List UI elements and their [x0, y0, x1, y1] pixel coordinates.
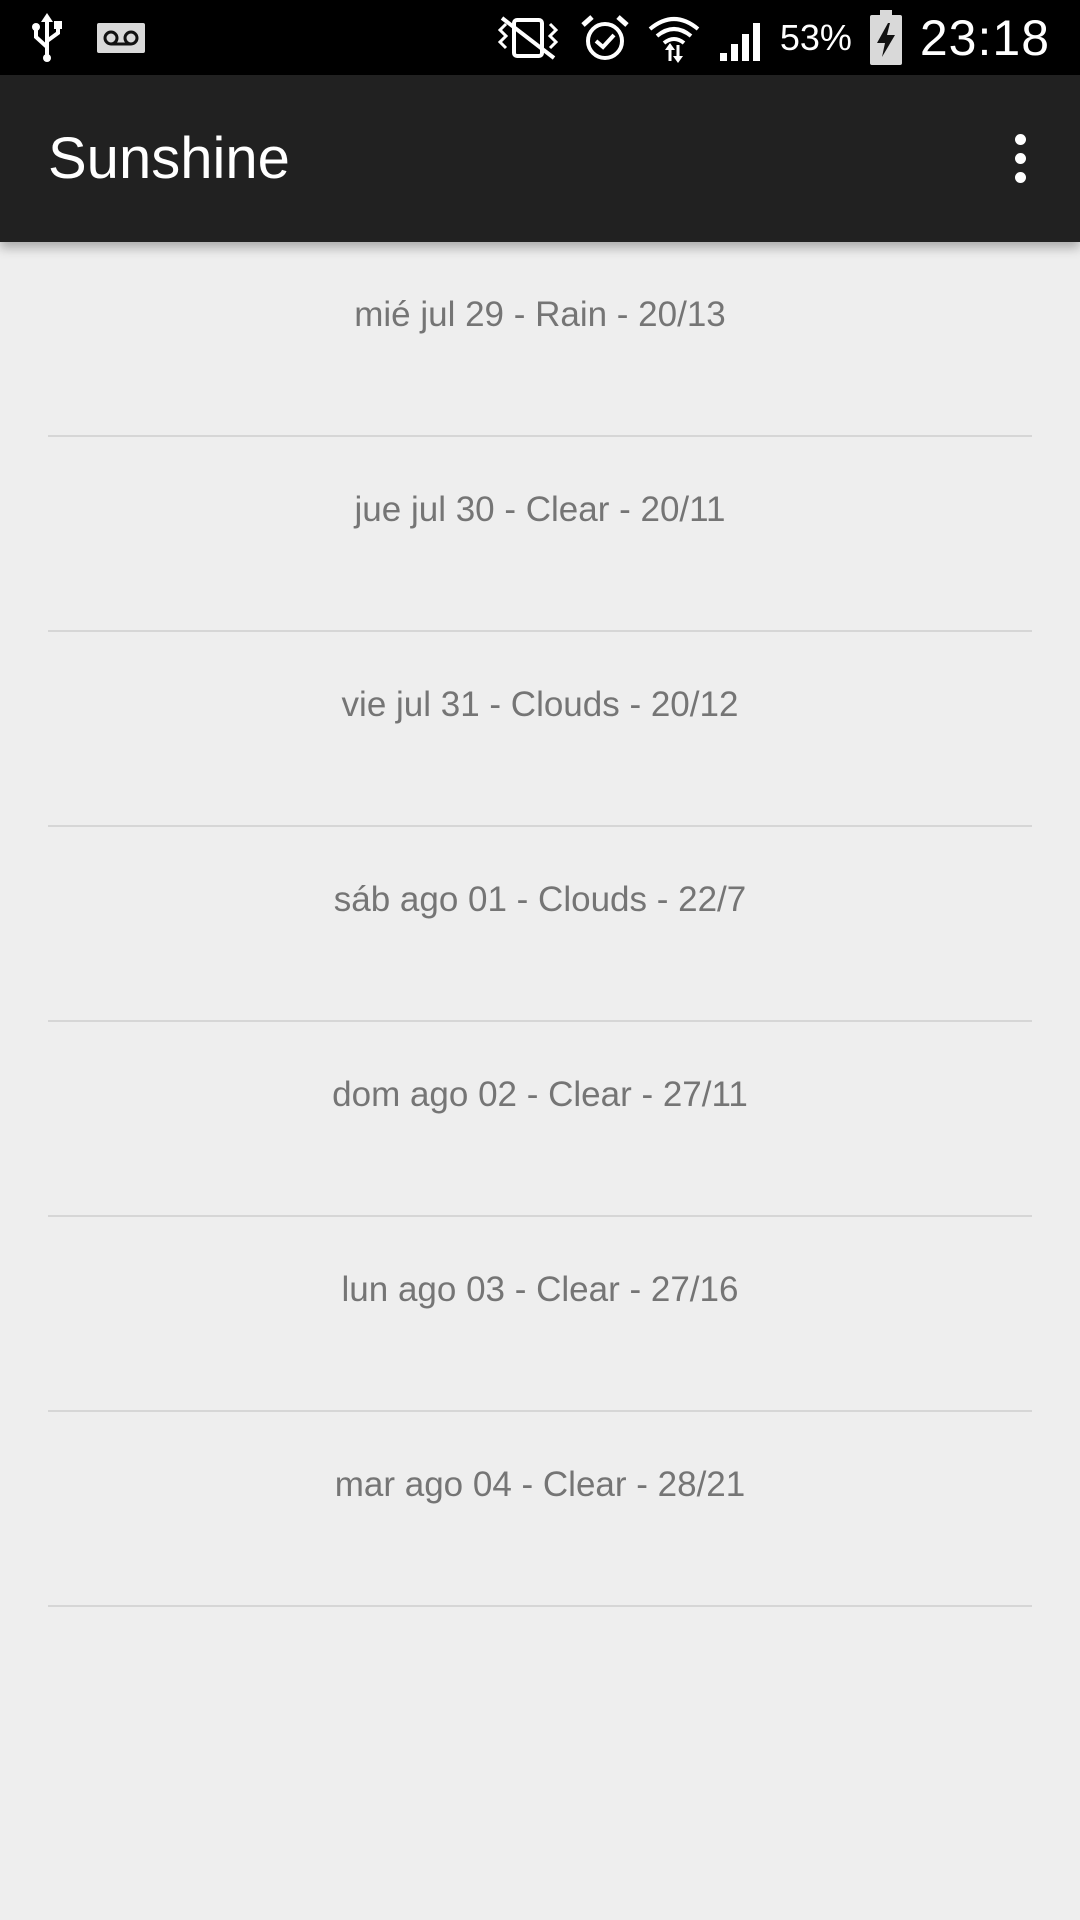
forecast-text: mié jul 29 - Rain - 20/13 [354, 295, 726, 334]
forecast-text: lun ago 03 - Clear - 27/16 [341, 1270, 739, 1309]
alarm-icon [580, 13, 630, 63]
overflow-dot [1014, 171, 1026, 183]
usb-icon [30, 12, 64, 63]
forecast-text: mar ago 04 - Clear - 28/21 [334, 1465, 746, 1504]
status-bar-left [30, 0, 146, 75]
signal-icon [718, 13, 768, 63]
battery-percent: 53% [779, 16, 852, 58]
voicemail-icon [96, 22, 146, 54]
forecast-text: jue jul 30 - Clear - 20/11 [354, 490, 726, 529]
status-clock: 23:18 [919, 9, 1050, 66]
forecast-list-item[interactable]: mié jul 29 - Rain - 20/13 [48, 242, 1032, 437]
forecast-list-item[interactable]: vie jul 31 - Clouds - 20/12 [48, 632, 1032, 827]
forecast-list-item[interactable]: dom ago 02 - Clear - 27/11 [48, 1022, 1032, 1217]
status-bar-right: 53% 23:18 [492, 0, 1050, 75]
app-bar: Sunshine [0, 75, 1080, 242]
overflow-dot [1014, 152, 1026, 164]
forecast-list-item[interactable]: sáb ago 01 - Clouds - 22/7 [48, 827, 1032, 1022]
vibrate-icon [492, 14, 564, 62]
app-title: Sunshine [48, 126, 290, 191]
more-vert-icon[interactable] [980, 118, 1060, 198]
wifi-icon [646, 13, 702, 63]
forecast-list: mié jul 29 - Rain - 20/13 jue jul 30 - C… [48, 242, 1032, 1607]
status-bar: 53% 23:18 [0, 0, 1080, 75]
forecast-text: dom ago 02 - Clear - 27/11 [332, 1075, 748, 1114]
forecast-list-item[interactable]: mar ago 04 - Clear - 28/21 [48, 1412, 1032, 1607]
overflow-dot [1014, 133, 1026, 145]
battery-charging-icon [868, 9, 904, 67]
forecast-list-item[interactable]: jue jul 30 - Clear - 20/11 [48, 437, 1032, 632]
forecast-list-item[interactable]: lun ago 03 - Clear - 27/16 [48, 1217, 1032, 1412]
forecast-text: sáb ago 01 - Clouds - 22/7 [333, 880, 747, 919]
forecast-text: vie jul 31 - Clouds - 20/12 [341, 685, 739, 724]
